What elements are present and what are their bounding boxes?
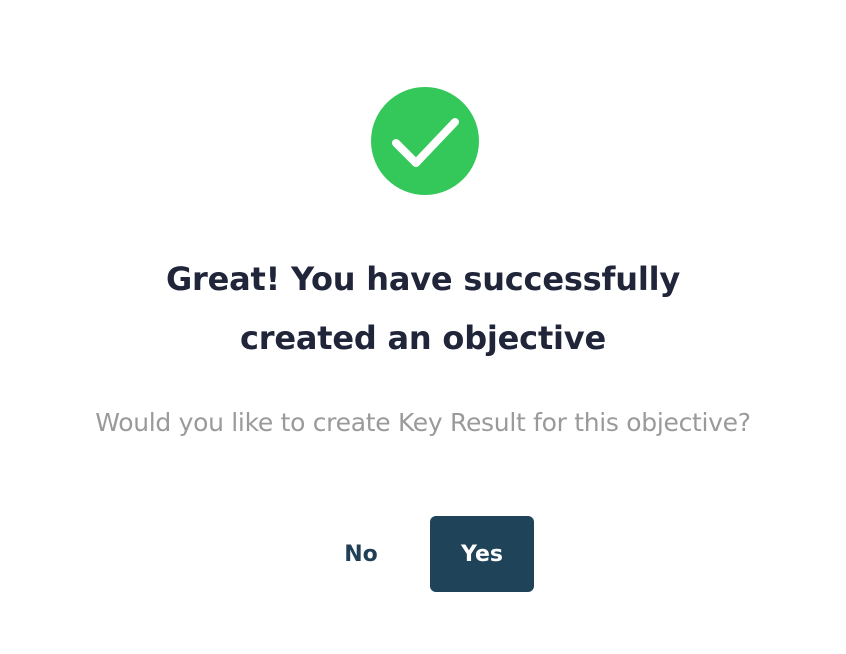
dialog-title-line-2: created an objective	[240, 319, 606, 357]
dialog-subtitle: Would you like to create Key Result for …	[95, 408, 751, 437]
yes-button[interactable]: Yes	[430, 516, 534, 592]
check-circle-icon	[371, 87, 479, 195]
check-icon	[371, 87, 479, 195]
dialog-title: Great! You have successfully created an …	[0, 250, 846, 368]
no-button[interactable]: No	[322, 516, 400, 592]
dialog-title-line-1: Great! You have successfully	[165, 260, 681, 298]
success-dialog: Great! You have successfully created an …	[0, 0, 846, 654]
